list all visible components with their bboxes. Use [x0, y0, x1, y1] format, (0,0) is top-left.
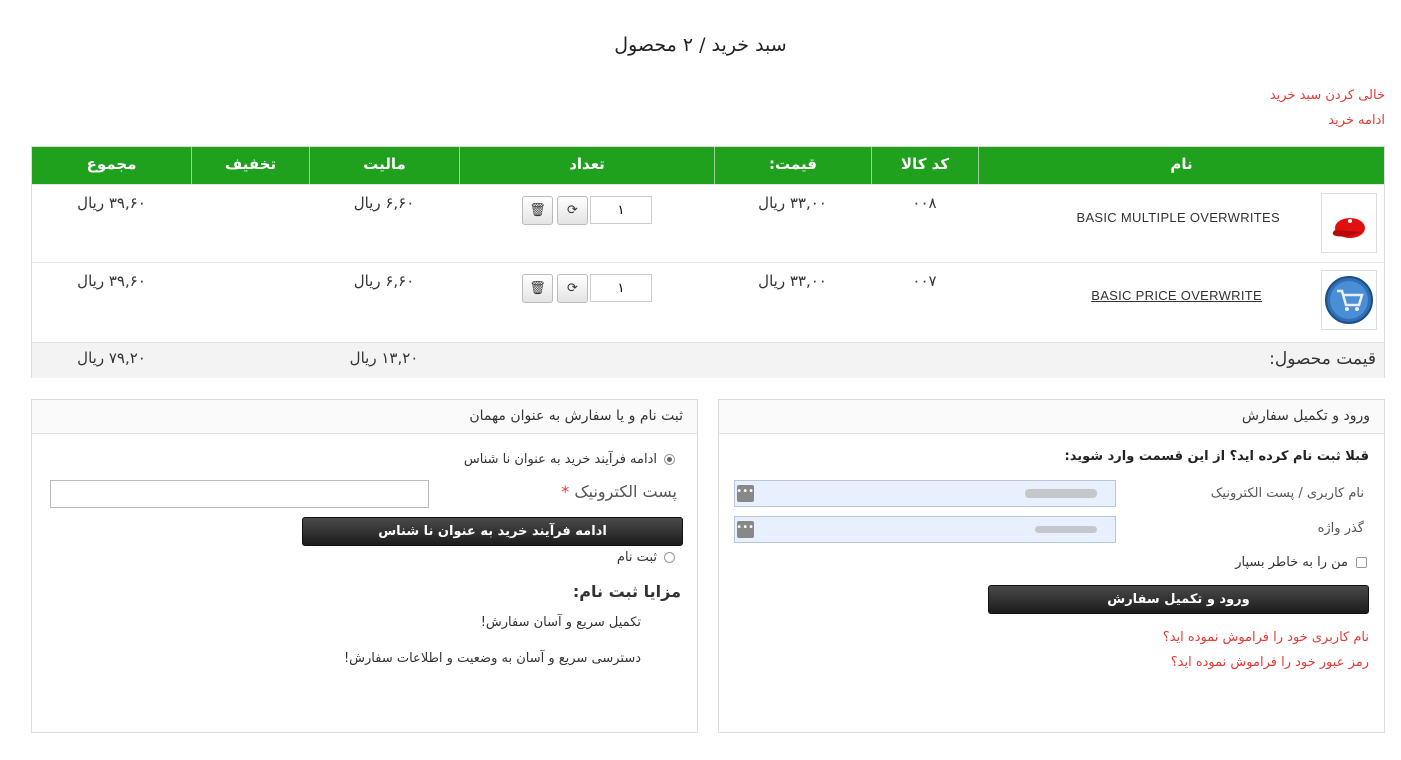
product-price: ۳۳,۰۰ ریال [758, 272, 827, 290]
col-header-price: قیمت: [714, 147, 871, 184]
forgot-password-link[interactable]: رمز عبور خود را فراموش نموده اید؟ [1171, 655, 1369, 670]
col-header-discount: تخفیف [191, 147, 309, 184]
quantity-input[interactable] [590, 274, 652, 302]
guest-checkout-button[interactable]: ادامه فرآیند خرید به عنوان نا شناس [302, 517, 683, 546]
email-label-text: پست الکترونیک [574, 482, 677, 501]
email-label: پست الکترونیک * [561, 482, 677, 501]
forgot-username-link[interactable]: نام کاربری خود را فراموش نموده اید؟ [1163, 630, 1369, 645]
username-input[interactable]: ••• [734, 480, 1116, 507]
required-mark: * [561, 482, 570, 501]
product-sku: ۰۰۸ [912, 194, 937, 212]
password-manager-icon[interactable]: ••• [736, 521, 754, 538]
guest-panel: ثبت نام و یا سفارش به عنوان مهمان ادامه … [31, 399, 698, 733]
benefits-title: مزایا ثبت نام: [572, 582, 681, 601]
cart-summary-row: قیمت محصول: ۱۳,۲۰ ریال ۷۹,۲۰ ریال [32, 342, 1384, 378]
login-panel-title: ورود و تکمیل سفارش [719, 400, 1384, 434]
product-total: ۳۹,۶۰ ریال [77, 194, 146, 212]
product-price: ۳۳,۰۰ ریال [758, 194, 827, 212]
password-value-redacted [1035, 526, 1097, 533]
trash-icon[interactable]: 🗑 [522, 196, 553, 225]
col-header-qty: تعداد [459, 147, 714, 184]
cart-table-header: نام کد کالا قیمت: تعداد مالیت تخفیف مجمو… [32, 147, 1384, 184]
table-row: BASIC PRICE OVERWRITE ۰۰۷ ۳۳,۰۰ ریال ⟳ 🗑… [32, 262, 1384, 334]
shopping-cart-icon[interactable] [1321, 270, 1377, 330]
col-header-name: نام [978, 147, 1384, 184]
summary-tax: ۱۳,۲۰ ریال [349, 349, 419, 367]
password-label: گذر واژه [1317, 521, 1364, 536]
red-cap-icon[interactable] [1321, 193, 1377, 253]
product-name: BASIC MULTIPLE OVERWRITES [1076, 210, 1280, 225]
cart-table: نام کد کالا قیمت: تعداد مالیت تخفیف مجمو… [31, 146, 1385, 378]
page-title: سبد خرید / ۲ محصول [614, 34, 787, 56]
refresh-icon[interactable]: ⟳ [557, 274, 588, 303]
login-panel: ورود و تکمیل سفارش قبلا ثبت نام کرده اید… [718, 399, 1385, 733]
password-input[interactable]: ••• [734, 516, 1116, 543]
product-tax: ۶,۶۰ ریال [353, 194, 415, 212]
remember-me-checkbox[interactable] [1356, 557, 1367, 568]
password-manager-icon[interactable]: ••• [736, 485, 754, 502]
empty-cart-link[interactable]: خالی کردن سبد خرید [1270, 88, 1385, 103]
login-intro: قبلا ثبت نام کرده اید؟ از این قسمت وارد … [1064, 449, 1369, 464]
trash-icon[interactable]: 🗑 [522, 274, 553, 303]
continue-shopping-link[interactable]: ادامه خرید [1328, 113, 1385, 128]
username-label: نام کاربری / پست الکترونیک [1210, 486, 1364, 501]
summary-label: قیمت محصول: [1269, 349, 1376, 369]
remember-me-label: من را به خاطر بسپار [1235, 555, 1348, 570]
quantity-input[interactable] [590, 196, 652, 224]
register-radio[interactable] [664, 552, 675, 563]
product-total: ۳۹,۶۰ ریال [77, 272, 146, 290]
guest-checkout-radio[interactable] [664, 454, 675, 465]
benefit-item: تکمیل سریع و آسان سفارش! [480, 615, 641, 630]
col-header-total: مجموع [86, 155, 137, 173]
table-row: BASIC MULTIPLE OVERWRITES ۰۰۸ ۳۳,۰۰ ریال… [32, 184, 1384, 262]
product-sku: ۰۰۷ [912, 272, 937, 290]
guest-checkout-label: ادامه فرآیند خرید به عنوان نا شناس [463, 452, 657, 467]
refresh-icon[interactable]: ⟳ [557, 196, 588, 225]
email-input[interactable] [50, 480, 429, 508]
register-label: ثبت نام [616, 550, 657, 565]
guest-panel-title: ثبت نام و یا سفارش به عنوان مهمان [32, 400, 697, 434]
product-name-link[interactable]: BASIC PRICE OVERWRITE [1091, 288, 1262, 303]
product-tax: ۶,۶۰ ریال [353, 272, 415, 290]
benefit-item: دسترسی سریع و آسان به وضعیت و اطلاعات سف… [343, 651, 641, 666]
col-header-tax: مالیت [309, 147, 459, 184]
col-header-sku: کد کالا [871, 147, 978, 184]
login-submit-button[interactable]: ورود و تکمیل سفارش [988, 585, 1369, 614]
username-value-redacted [1025, 489, 1097, 498]
summary-total: ۷۹,۲۰ ریال [77, 349, 146, 367]
